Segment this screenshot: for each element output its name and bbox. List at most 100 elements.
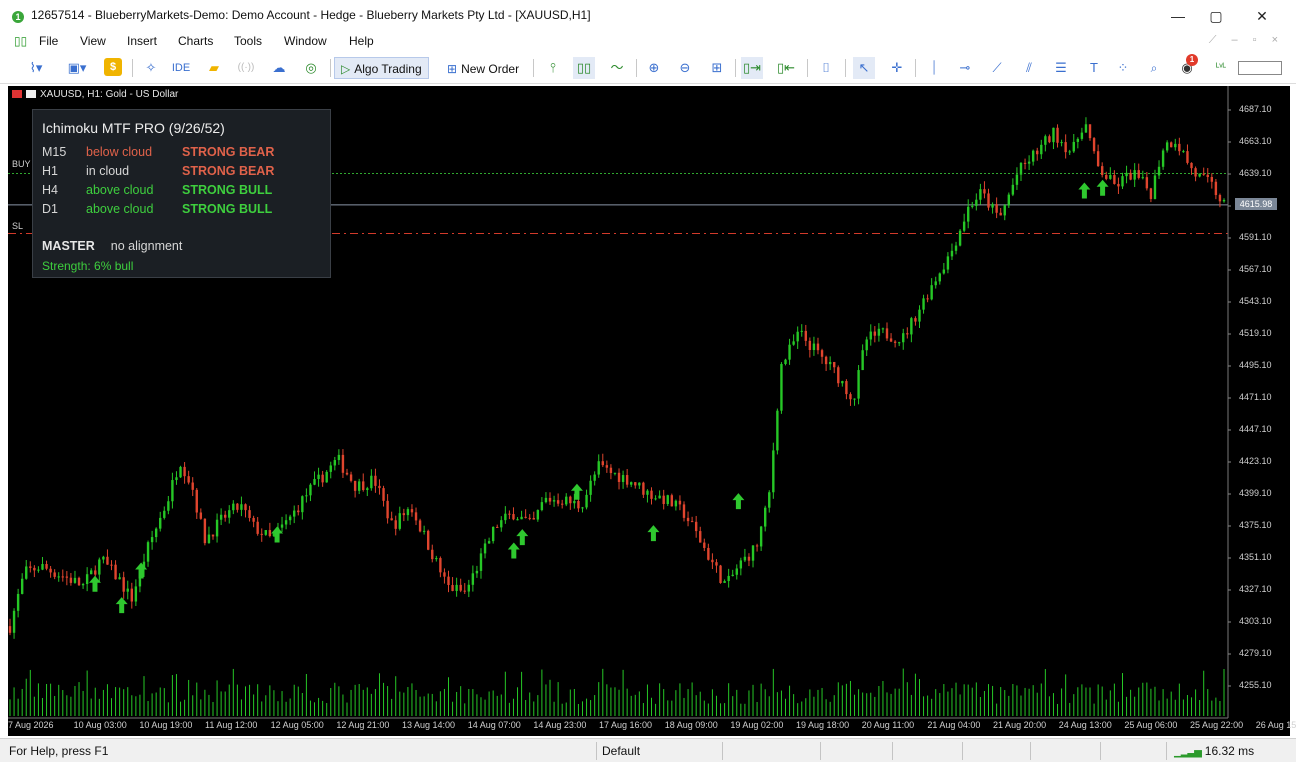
candle bbox=[1190, 162, 1193, 169]
template-icon[interactable]: ▣▾ bbox=[60, 57, 94, 79]
candle bbox=[1080, 132, 1084, 139]
candle bbox=[654, 498, 657, 500]
menu-bar: ▯▯ File View Insert Charts Tools Window … bbox=[0, 30, 1296, 52]
menu-view[interactable]: View bbox=[80, 34, 106, 48]
chart-symbol-text: XAUUSD, H1: Gold - US Dollar bbox=[40, 89, 179, 100]
zoom-out-icon[interactable]: ⊖ bbox=[674, 57, 696, 79]
lvl-icon[interactable]: ᴸᵛᴸ bbox=[1210, 57, 1232, 79]
screenshot-icon[interactable]: ⌷ bbox=[815, 57, 837, 79]
minimize-button[interactable]: — bbox=[1158, 3, 1198, 29]
maximize-button[interactable]: ▢ bbox=[1196, 3, 1236, 29]
status-ping[interactable]: ▁▂▃▅ 16.32 ms bbox=[1174, 744, 1254, 758]
candle bbox=[256, 521, 259, 534]
candle bbox=[134, 586, 138, 602]
vertical-line-icon[interactable]: ⏐ bbox=[923, 57, 945, 79]
chart-type-icon[interactable]: ⌇▾ bbox=[20, 57, 52, 79]
depth-icon[interactable]: ⫯ bbox=[542, 57, 564, 79]
text-icon[interactable]: T bbox=[1083, 57, 1105, 79]
menu-help[interactable]: Help bbox=[349, 34, 374, 48]
candle bbox=[203, 518, 207, 544]
candle bbox=[601, 461, 604, 466]
progress-field bbox=[1238, 61, 1282, 75]
candle bbox=[524, 516, 527, 518]
zoom-in-icon[interactable]: ⊕ bbox=[643, 57, 665, 79]
search-icon[interactable]: ⌕ bbox=[1143, 57, 1165, 79]
price-tick-label: 4471.10 bbox=[1239, 392, 1272, 402]
crosshair-icon[interactable]: ✛ bbox=[886, 57, 908, 79]
vps-icon[interactable]: ☁ bbox=[268, 57, 290, 79]
candle bbox=[467, 584, 471, 592]
current-price-label: 4615.98 bbox=[1235, 198, 1277, 210]
channel-icon[interactable]: ⫽ bbox=[1018, 57, 1040, 79]
candle bbox=[958, 230, 962, 246]
profile-icon[interactable]: ◎ bbox=[300, 57, 322, 79]
price-tick-label: 4591.10 bbox=[1239, 232, 1272, 242]
candle bbox=[264, 530, 267, 535]
row-timeframe: D1 bbox=[42, 202, 58, 216]
candle bbox=[191, 482, 194, 490]
candle bbox=[670, 495, 674, 507]
status-bar: For Help, press F1 Default ▁▂▃▅ 16.32 ms bbox=[0, 738, 1296, 762]
shapes-icon[interactable]: ⁘ bbox=[1112, 57, 1134, 79]
candle bbox=[845, 381, 848, 395]
price-tick-label: 4495.10 bbox=[1239, 360, 1272, 370]
menu-charts[interactable]: Charts bbox=[178, 34, 213, 48]
chart-shift-icon[interactable]: ▯⇤ bbox=[775, 57, 797, 79]
candle bbox=[690, 521, 694, 523]
autoscroll-icon[interactable]: ▯⇥ bbox=[741, 57, 763, 79]
mdi-controls[interactable]: ⟋ – ▫ × bbox=[1209, 34, 1284, 47]
master-row: MASTER no alignment bbox=[42, 239, 182, 253]
candle bbox=[73, 577, 77, 583]
time-tick-label: 13 Aug 14:00 bbox=[402, 720, 456, 730]
signals-icon[interactable]: ((·)) bbox=[235, 57, 257, 79]
status-profile[interactable]: Default bbox=[602, 744, 640, 758]
ichimoku-panel[interactable]: Ichimoku MTF PRO (9/26/52) M15 below clo… bbox=[32, 109, 331, 278]
candle bbox=[682, 504, 686, 518]
ide-icon[interactable]: IDE bbox=[170, 57, 192, 79]
price-scale[interactable]: 4687.104663.104639.104615.104591.104567.… bbox=[1235, 86, 1290, 718]
candle bbox=[37, 569, 40, 571]
candle bbox=[833, 361, 836, 368]
algo-trading-button[interactable]: ▷ Algo Trading bbox=[334, 57, 429, 79]
time-scale[interactable]: 7 Aug 2026 10 Aug 03:00 10 Aug 19:00 11 Aug… bbox=[8, 718, 1296, 736]
copilot-icon[interactable]: ✧ bbox=[140, 57, 162, 79]
candle bbox=[995, 204, 998, 213]
cursor-icon[interactable]: ↖ bbox=[853, 57, 875, 79]
candle bbox=[414, 512, 418, 521]
master-value: no alignment bbox=[110, 239, 183, 253]
candle bbox=[280, 524, 284, 528]
new-order-button[interactable]: ⊞ New Order bbox=[440, 57, 526, 79]
candle bbox=[1186, 151, 1189, 163]
close-button[interactable]: ✕ bbox=[1242, 3, 1282, 29]
row-position: below cloud bbox=[86, 145, 153, 159]
fibonacci-icon[interactable]: ☰ bbox=[1050, 57, 1072, 79]
candle bbox=[370, 475, 373, 489]
candle bbox=[33, 567, 36, 571]
price-tick-label: 4399.10 bbox=[1239, 488, 1272, 498]
shop-icon[interactable]: ▰ bbox=[203, 57, 225, 79]
panel-title: Ichimoku MTF PRO (9/26/52) bbox=[42, 120, 225, 136]
menu-window[interactable]: Window bbox=[284, 34, 327, 48]
candle bbox=[662, 495, 665, 505]
trendline-icon[interactable]: ⟋ bbox=[986, 57, 1008, 79]
time-tick-label: 19 Aug 18:00 bbox=[796, 720, 850, 730]
price-tick-label: 4543.10 bbox=[1239, 296, 1272, 306]
candle bbox=[918, 309, 921, 322]
status-separator bbox=[1100, 742, 1101, 760]
bars-icon[interactable]: ▯▯ bbox=[573, 57, 595, 79]
menu-tools[interactable]: Tools bbox=[234, 34, 262, 48]
candle bbox=[556, 500, 560, 504]
candle bbox=[751, 545, 755, 561]
market-icon[interactable]: $ bbox=[104, 58, 122, 76]
line-chart-icon[interactable]: 〜 bbox=[606, 57, 628, 79]
notification-badge: 1 bbox=[1186, 54, 1198, 66]
menu-insert[interactable]: Insert bbox=[127, 34, 157, 48]
candle bbox=[731, 574, 734, 576]
candle bbox=[569, 496, 572, 504]
horizontal-line-icon[interactable]: ⊸ bbox=[954, 57, 976, 79]
grid-icon[interactable]: ⊞ bbox=[706, 57, 728, 79]
price-chart[interactable]: XAUUSD, H1: Gold - US Dollar BUY SL Ichi… bbox=[8, 86, 1296, 736]
candle bbox=[987, 193, 990, 208]
menu-file[interactable]: File bbox=[39, 34, 58, 48]
candle bbox=[889, 338, 893, 342]
